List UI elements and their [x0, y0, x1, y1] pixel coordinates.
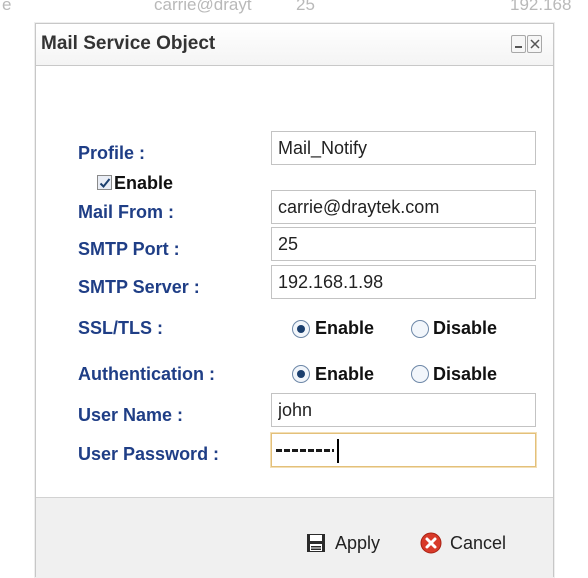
- cancel-button[interactable]: Cancel: [420, 529, 506, 557]
- smtp-port-field[interactable]: [271, 227, 536, 261]
- ssl-tls-enable-label: Enable: [315, 318, 375, 338]
- mail-from-field[interactable]: [271, 190, 536, 224]
- profile-field[interactable]: [271, 131, 536, 165]
- user-name-label: User Name :: [78, 405, 184, 425]
- profile-label: Profile :: [78, 143, 146, 163]
- background-cell: e: [2, 0, 12, 14]
- background-cell: carrie@drayt: [154, 0, 252, 14]
- smtp-port-label: SMTP Port :: [78, 239, 180, 259]
- user-password-label: User Password :: [78, 444, 220, 464]
- cancel-label: Cancel: [450, 532, 507, 553]
- user-password-field[interactable]: [271, 433, 536, 467]
- ssl-tls-disable-radio[interactable]: [411, 320, 429, 338]
- background-list-row: e carrie@drayt 25 192.168: [0, 0, 588, 22]
- dialog-title: Mail Service Object: [41, 33, 216, 54]
- save-icon: [305, 532, 327, 554]
- background-cell: 25: [296, 0, 315, 14]
- background-cell: 192.168: [510, 0, 572, 14]
- authentication-disable-radio[interactable]: [411, 365, 429, 383]
- close-icon[interactable]: [527, 35, 542, 53]
- enable-label: Enable: [114, 173, 174, 193]
- smtp-server-field[interactable]: [271, 265, 536, 299]
- ssl-tls-enable-radio[interactable]: [292, 320, 310, 338]
- dialog-titlebar[interactable]: Mail Service Object: [36, 24, 553, 66]
- mail-service-object-dialog: Mail Service Object Profile : Enable Mai…: [35, 23, 554, 578]
- apply-button[interactable]: Apply: [305, 529, 380, 557]
- mail-from-label: Mail From :: [78, 202, 175, 222]
- dialog-footer: Apply Cancel: [36, 497, 553, 578]
- minimize-icon[interactable]: [511, 35, 526, 53]
- ssl-tls-label: SSL/TLS :: [78, 318, 163, 338]
- cancel-icon: [420, 532, 442, 554]
- ssl-tls-disable-label: Disable: [433, 318, 498, 338]
- authentication-label: Authentication :: [78, 364, 215, 384]
- authentication-disable-label: Disable: [433, 364, 498, 384]
- authentication-enable-radio[interactable]: [292, 365, 310, 383]
- enable-checkbox[interactable]: [97, 175, 112, 190]
- text-caret: [337, 439, 339, 463]
- user-name-field[interactable]: [271, 393, 536, 427]
- smtp-server-label: SMTP Server :: [78, 277, 200, 297]
- apply-label: Apply: [335, 532, 381, 553]
- password-mask: [276, 449, 334, 452]
- authentication-enable-label: Enable: [315, 364, 375, 384]
